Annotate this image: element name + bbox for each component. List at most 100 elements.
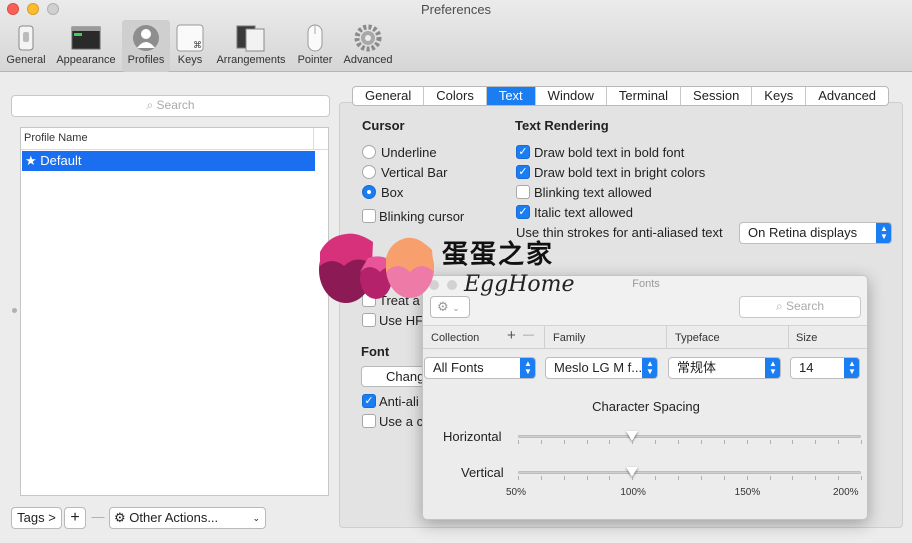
person-icon xyxy=(133,25,159,51)
slider-tick xyxy=(540,440,542,444)
settings-tab-bar: General Colors Text Window Terminal Session Ke… xyxy=(352,86,890,106)
family-value: Meslo LG M f... xyxy=(554,360,643,375)
remove-profile-button[interactable]: — xyxy=(88,507,108,529)
slider-scale-label: 50% xyxy=(506,487,527,498)
profile-name: ★ Default xyxy=(25,153,82,168)
slider-scale-label: 100% xyxy=(620,487,646,498)
tab-text[interactable]: Text xyxy=(486,87,536,105)
slider-scale-label: 150% xyxy=(734,487,761,498)
cursor-option-label: Vertical Bar xyxy=(381,165,448,180)
tab-session[interactable]: Session xyxy=(681,87,753,105)
vertical-spacing-slider[interactable] xyxy=(518,471,861,474)
slider-tick xyxy=(723,440,725,444)
split-handle[interactable] xyxy=(12,308,17,313)
anti-aliased-checkbox[interactable]: ✓ xyxy=(362,394,376,408)
updown-arrows-icon: ▲ ▼ xyxy=(520,358,535,378)
tab-keys[interactable]: Keys xyxy=(752,87,807,105)
slider-tick xyxy=(586,440,588,444)
remove-collection-button[interactable]: — xyxy=(523,329,534,341)
slider-tick xyxy=(769,476,771,480)
toolbar-keys[interactable]: ⌘ Keys xyxy=(174,20,206,72)
cursor-underline-radio[interactable] xyxy=(362,145,376,159)
slider-tick xyxy=(632,476,634,480)
thin-strokes-select[interactable]: On Retina displays ▲ ▼ xyxy=(739,222,892,244)
add-profile-button[interactable]: + xyxy=(64,507,86,529)
profile-search-input[interactable]: ⌕ Search xyxy=(11,95,330,117)
blinking-cursor-label: Blinking cursor xyxy=(379,209,465,224)
slider-tick xyxy=(700,476,702,480)
typeface-value: 常规体 xyxy=(677,360,717,375)
collection-value: All Fonts xyxy=(433,360,484,375)
text-rendering-option-label: Blinking text allowed xyxy=(534,185,652,200)
updown-arrows-icon: ▲ ▼ xyxy=(876,223,891,243)
tab-window[interactable]: Window xyxy=(536,87,607,105)
tab-general[interactable]: General xyxy=(353,87,425,105)
search-icon: ⌕ xyxy=(146,98,157,112)
blinking-cursor-checkbox[interactable] xyxy=(362,209,376,223)
font-search-input[interactable]: ⌕ Search xyxy=(739,296,861,318)
updown-arrows-icon: ▲ ▼ xyxy=(642,358,657,378)
toolbar-general[interactable]: General xyxy=(3,20,49,72)
change-font-button[interactable]: Chang xyxy=(361,366,431,387)
family-select[interactable]: Meslo LG M f... ▲ ▼ xyxy=(545,357,658,379)
text-rendering-checkbox[interactable]: ✓ xyxy=(516,205,530,219)
tags-button[interactable]: Tags > xyxy=(11,507,62,529)
tab-advanced[interactable]: Advanced xyxy=(806,87,888,105)
use-hfs-checkbox[interactable] xyxy=(362,313,376,327)
text-rendering-checkbox[interactable]: ✓ xyxy=(516,165,530,179)
toolbar-profiles[interactable]: Profiles xyxy=(122,20,170,72)
cursor-vertical-bar-radio[interactable] xyxy=(362,165,376,179)
toolbar-label: Keys xyxy=(177,54,203,66)
text-rendering-checkbox[interactable] xyxy=(516,185,530,199)
cursor-box-radio[interactable] xyxy=(362,185,376,199)
watermark-chinese-text: 蛋蛋之家 xyxy=(442,240,555,270)
slider-tick xyxy=(518,440,519,444)
profile-row-default[interactable]: ★ Default xyxy=(22,151,315,171)
use-different-font-label: Use a c xyxy=(379,414,424,429)
slider-tick xyxy=(769,440,771,444)
size-column-header: Size xyxy=(796,332,818,344)
cursor-heading: Cursor xyxy=(362,118,405,133)
toolbar-label: Advanced xyxy=(343,54,393,66)
size-value: 14 xyxy=(799,360,814,375)
tab-terminal[interactable]: Terminal xyxy=(607,87,682,105)
toolbar-arrangements[interactable]: Arrangements xyxy=(212,20,290,72)
slider-tick xyxy=(792,440,794,444)
tab-colors[interactable]: Colors xyxy=(424,87,487,105)
toolbar-label: Profiles xyxy=(127,54,165,66)
collection-select[interactable]: All Fonts ▲ ▼ xyxy=(424,357,536,379)
text-rendering-checkbox[interactable]: ✓ xyxy=(516,145,530,159)
use-different-font-checkbox[interactable] xyxy=(362,414,376,428)
slider-tick xyxy=(632,440,634,444)
search-placeholder: Search xyxy=(786,299,825,313)
size-select[interactable]: 14 ▲ ▼ xyxy=(790,357,860,379)
slider-tick xyxy=(586,476,588,480)
slider-tick xyxy=(838,440,840,444)
toolbar-advanced[interactable]: Advanced xyxy=(340,20,396,72)
other-actions-button[interactable]: ⚙ Other Actions... ⌄ xyxy=(109,507,266,529)
cursor-option-label: Box xyxy=(381,185,404,200)
fonts-panel: Fonts ⚙ ⌄ ⌕ Search Collection + — Family… xyxy=(422,275,868,520)
search-placeholder: Search xyxy=(156,98,195,112)
profile-list[interactable]: Profile Name ★ Default xyxy=(20,127,329,496)
add-collection-button[interactable]: + xyxy=(507,327,516,344)
slider-tick xyxy=(746,440,748,444)
profile-name-column-header[interactable]: Profile Name xyxy=(21,128,328,150)
typeface-select[interactable]: 常规体 ▲ ▼ xyxy=(668,357,781,379)
updown-arrows-icon: ▲ ▼ xyxy=(765,358,780,378)
slider-tick xyxy=(655,476,657,480)
egghome-watermark: 蛋蛋之家 EggHome xyxy=(318,232,588,304)
other-actions-label: Other Actions... xyxy=(129,510,219,525)
slider-tick xyxy=(815,476,817,480)
horizontal-label: Horizontal xyxy=(443,429,502,444)
slider-tick xyxy=(563,440,565,444)
column-header-label: Profile Name xyxy=(24,132,88,144)
horizontal-spacing-slider[interactable] xyxy=(518,435,861,438)
switch-icon xyxy=(18,25,34,51)
font-heading: Font xyxy=(361,344,390,359)
toolbar-appearance[interactable]: Appearance xyxy=(53,20,119,72)
character-spacing-title: Character Spacing xyxy=(592,399,700,414)
family-column-header: Family xyxy=(553,332,586,344)
toolbar-pointer[interactable]: Pointer xyxy=(294,20,336,72)
chevron-down-icon: ⌄ xyxy=(452,303,460,313)
